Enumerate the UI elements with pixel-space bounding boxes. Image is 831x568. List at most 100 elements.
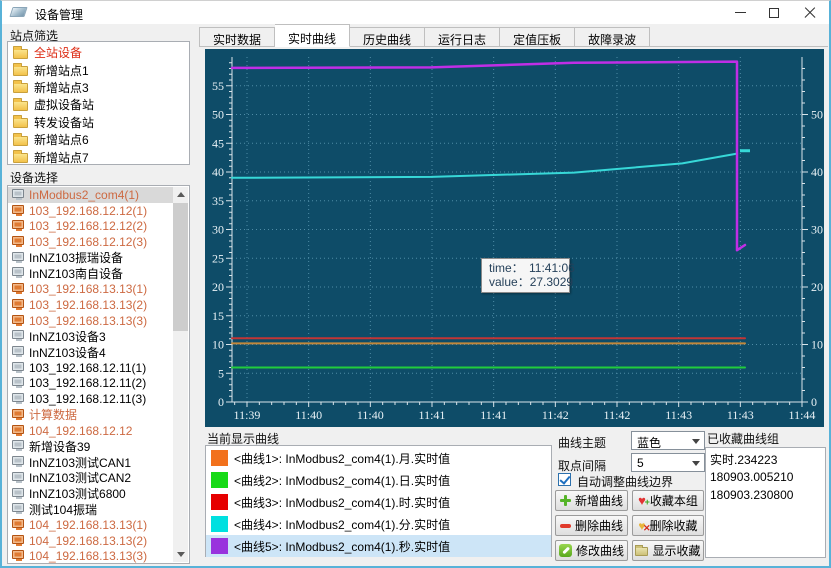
scroll-up-icon[interactable] <box>173 187 188 202</box>
tab-定值压板[interactable]: 定值压板 <box>500 27 575 47</box>
monitor-icon <box>12 236 24 245</box>
device-label: 104_192.168.13.13(2) <box>29 534 147 548</box>
device-select-label: 设备选择 <box>10 169 58 186</box>
maximize-icon <box>769 8 779 18</box>
device-item[interactable]: 103_192.168.12.12(3) <box>8 234 173 250</box>
svg-text:11:39: 11:39 <box>234 408 261 422</box>
station-item[interactable]: 新增站点6 <box>8 131 189 148</box>
scrollbar-thumb[interactable] <box>173 203 188 331</box>
favorite-group-item[interactable]: 180903.005210 <box>710 468 825 486</box>
svg-text:11:41: 11:41 <box>419 408 446 422</box>
legend-item[interactable]: <曲线2>: InModbus2_com4(1).日.实时值 <box>206 469 551 491</box>
station-label: 新增站点1 <box>34 62 89 79</box>
svg-text:20: 20 <box>811 280 823 294</box>
device-item[interactable]: 103_192.168.12.11(3) <box>8 391 173 407</box>
favorite-group-item[interactable]: 实时.234223 <box>710 450 825 468</box>
svg-text:45: 45 <box>212 136 224 150</box>
tab-运行日志[interactable]: 运行日志 <box>425 27 500 47</box>
svg-text:50: 50 <box>212 108 224 122</box>
station-label: 转发设备站 <box>34 114 94 131</box>
favorites-list: 实时.234223180903.005210180903.230800 <box>705 447 826 558</box>
device-item[interactable]: 103_192.168.13.13(2) <box>8 297 173 313</box>
monitor-icon <box>12 456 24 465</box>
delete-curve-button[interactable]: 删除曲线 <box>555 515 628 536</box>
device-item[interactable]: 103_192.168.12.11(2) <box>8 376 173 392</box>
device-item[interactable]: InNZ103测试CAN1 <box>8 454 173 470</box>
favorite-group-item[interactable]: 180903.230800 <box>710 486 825 504</box>
device-item[interactable]: 103_192.168.12.12(1) <box>8 203 173 219</box>
svg-text:11:42: 11:42 <box>542 408 569 422</box>
station-item[interactable]: 虚拟设备站 <box>8 96 189 113</box>
device-item[interactable]: 104_192.168.13.13(1) <box>8 517 173 533</box>
station-item[interactable]: 新增站点1 <box>8 61 189 78</box>
minimize-button[interactable] <box>723 1 757 24</box>
device-item[interactable]: 测试104振瑞 <box>8 501 173 517</box>
folder-icon <box>13 83 28 93</box>
button-label: 新增曲线 <box>575 492 623 509</box>
point-interval-label: 取点间隔 <box>558 457 606 474</box>
legend-item[interactable]: <曲线5>: InModbus2_com4(1).秒.实时值 <box>206 535 551 557</box>
device-label: 104_192.168.13.13(3) <box>29 549 147 563</box>
point-interval-dropdown[interactable]: 5 <box>631 453 705 472</box>
station-label: 新增站点6 <box>34 131 89 148</box>
device-item[interactable]: 104_192.168.13.13(3) <box>8 549 173 564</box>
folder-icon <box>635 547 648 556</box>
device-list-scrollbar[interactable] <box>173 187 188 562</box>
svg-text:11:43: 11:43 <box>727 408 754 422</box>
modify-curve-button[interactable]: 修改曲线 <box>555 540 628 561</box>
station-label: 虚拟设备站 <box>34 96 94 113</box>
device-label: 103_192.168.13.13(2) <box>29 298 147 312</box>
device-item[interactable]: 计算数据 <box>8 407 173 423</box>
legend-item[interactable]: <曲线4>: InModbus2_com4(1).分.实时值 <box>206 513 551 535</box>
legend-item[interactable]: <曲线1>: InModbus2_com4(1).月.实时值 <box>206 447 551 469</box>
add-curve-button[interactable]: 新增曲线 <box>555 490 628 511</box>
device-item[interactable]: 103_192.168.13.13(3) <box>8 313 173 329</box>
station-item[interactable]: 新增站点3 <box>8 79 189 96</box>
tab-实时曲线[interactable]: 实时曲线 <box>275 24 350 47</box>
favorite-group-button[interactable]: ♥收藏本组 <box>632 490 704 511</box>
tab-实时数据[interactable]: 实时数据 <box>199 27 275 47</box>
station-item[interactable]: 全站设备 <box>8 44 189 61</box>
app-icon <box>9 7 27 17</box>
device-item[interactable]: 104_192.168.12.12 <box>8 423 173 439</box>
device-item[interactable]: InNZ103设备3 <box>8 328 173 344</box>
device-item[interactable]: 103_192.168.13.13(1) <box>8 281 173 297</box>
tab-故障录波[interactable]: 故障录波 <box>575 27 650 47</box>
show-favorite-button[interactable]: 显示收藏 <box>632 540 704 561</box>
device-item[interactable]: InNZ103振瑞设备 <box>8 250 173 266</box>
maximize-button[interactable] <box>757 1 791 24</box>
monitor-icon <box>12 409 24 418</box>
delete-favorite-button[interactable]: ♥删除收藏 <box>632 515 704 536</box>
curve-theme-dropdown[interactable]: 蓝色 <box>631 431 705 450</box>
svg-text:20: 20 <box>212 280 224 294</box>
button-label: 收藏本组 <box>650 492 698 509</box>
folder-icon <box>13 153 28 163</box>
realtime-curve-chart[interactable]: 05101520253035404550550102030405011:3911… <box>205 49 824 427</box>
device-item[interactable]: InNZ103测试CAN2 <box>8 470 173 486</box>
tab-历史曲线[interactable]: 历史曲线 <box>350 27 425 47</box>
close-button[interactable] <box>793 1 827 24</box>
device-item[interactable]: InModbus2_com4(1) <box>8 187 173 203</box>
device-item[interactable]: 新增设备39 <box>8 439 173 455</box>
scroll-down-icon[interactable] <box>173 547 188 562</box>
device-item[interactable]: InNZ103设备4 <box>8 344 173 360</box>
station-item[interactable]: 新增站点7 <box>8 148 189 165</box>
device-item[interactable]: 104_192.168.13.13(2) <box>8 533 173 549</box>
chart-canvas[interactable]: 05101520253035404550550102030405011:3911… <box>205 49 824 427</box>
svg-text:0: 0 <box>811 395 817 409</box>
device-label: InNZ103测试CAN2 <box>29 470 131 486</box>
auto-adjust-checkbox[interactable] <box>558 473 571 486</box>
device-item[interactable]: 103_192.168.12.11(1) <box>8 360 173 376</box>
device-item[interactable]: InNZ103南自设备 <box>8 266 173 282</box>
device-item[interactable]: 103_192.168.12.12(2) <box>8 218 173 234</box>
device-item[interactable]: InNZ103测试6800 <box>8 486 173 502</box>
svg-text:40: 40 <box>811 165 823 179</box>
station-list: 全站设备新增站点1新增站点3虚拟设备站转发设备站新增站点6新增站点7 <box>7 41 190 165</box>
legend-item[interactable]: <曲线3>: InModbus2_com4(1).时.实时值 <box>206 491 551 513</box>
monitor-icon <box>12 535 24 544</box>
curve-theme-label: 曲线主题 <box>558 434 606 451</box>
station-item[interactable]: 转发设备站 <box>8 114 189 131</box>
auto-adjust-label: 自动调整曲线边界 <box>577 473 673 490</box>
monitor-icon <box>12 503 24 512</box>
svg-text:11:44: 11:44 <box>789 408 816 422</box>
